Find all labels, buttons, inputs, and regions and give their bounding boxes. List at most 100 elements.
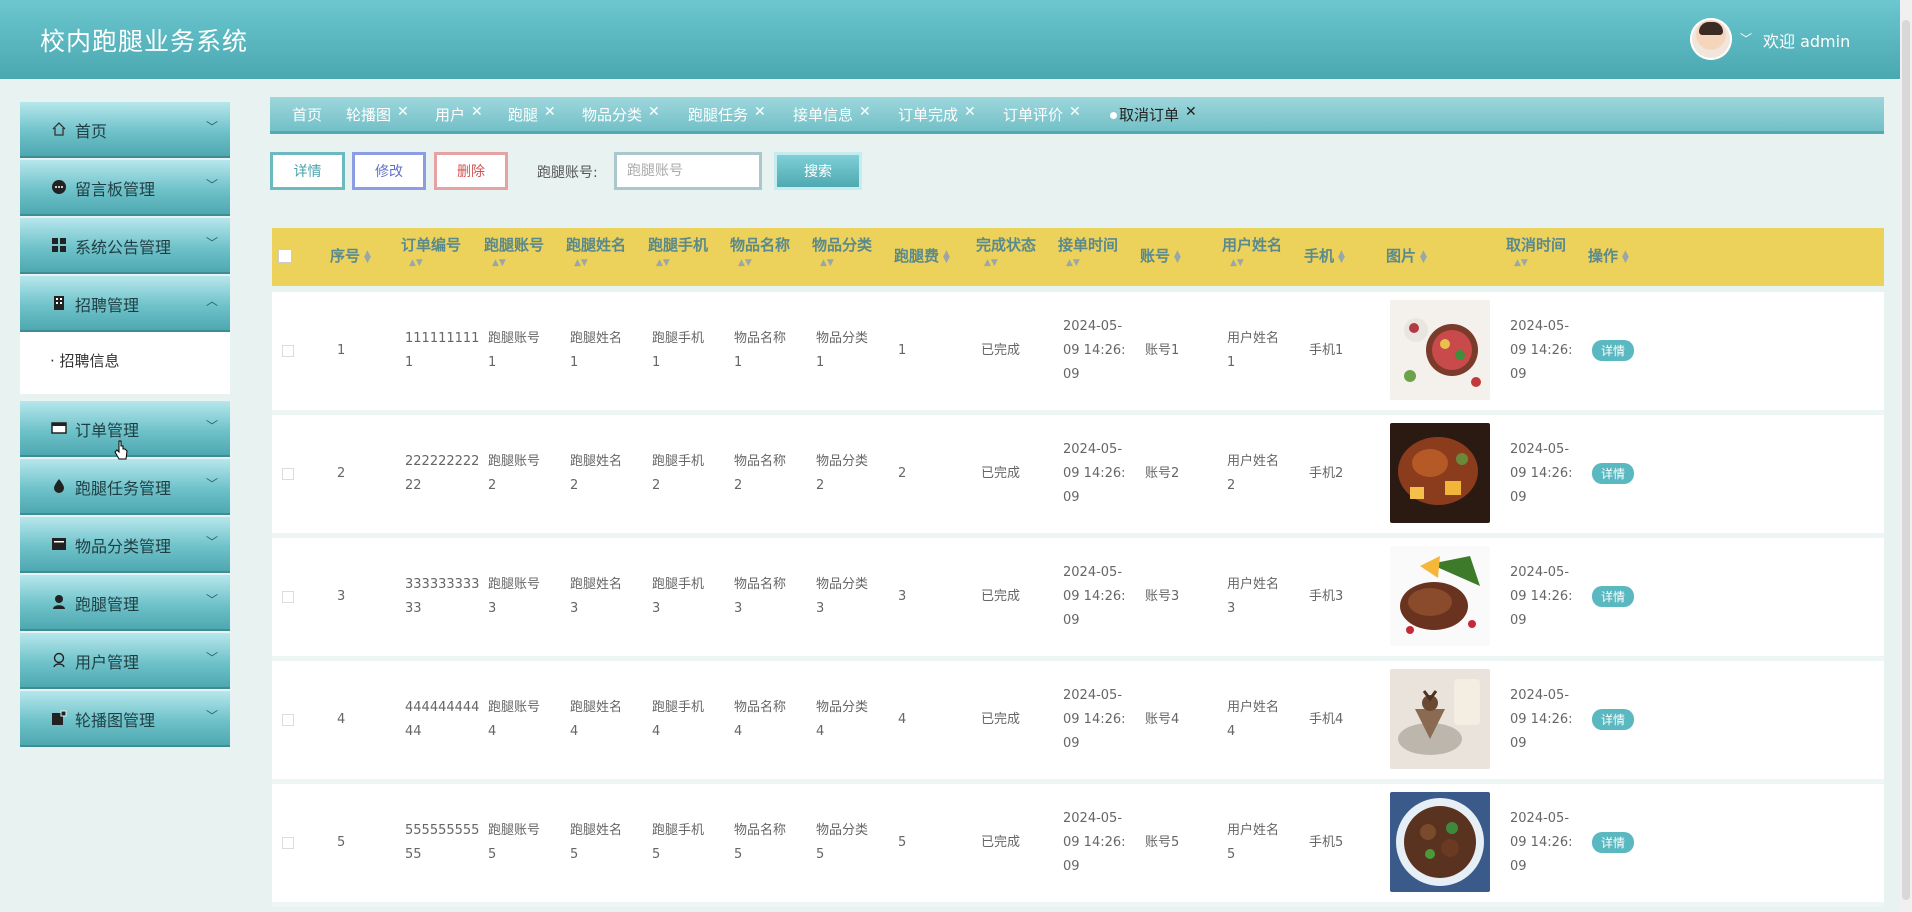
row-checkbox[interactable] — [282, 714, 294, 726]
table-row[interactable]: 1 111111111 1 跑腿账号 1 跑腿姓名 1 跑腿手机 1 物品名称 1 物品分类 1 1 已完成… — [272, 292, 1884, 415]
sidebar-item-home[interactable]: 首页 ﹀ — [20, 102, 230, 158]
column-header[interactable]: 手机 ▲ ▼ — [1304, 245, 1345, 267]
food-image[interactable] — [1390, 423, 1490, 523]
row-checkbox[interactable] — [282, 345, 294, 357]
search-button[interactable]: 搜索 — [774, 152, 862, 190]
row-detail-button[interactable]: 详情 — [1592, 586, 1634, 607]
cell-runner-phone: 跑腿手机 5 — [652, 819, 704, 867]
close-icon[interactable]: ✕ — [964, 104, 976, 120]
column-header[interactable]: 图片 ▲ ▼ — [1386, 245, 1427, 267]
row-checkbox[interactable] — [282, 468, 294, 480]
tab-carousel[interactable]: 轮播图 ✕ — [346, 104, 409, 125]
delete-button[interactable]: 删除 — [434, 152, 508, 190]
sidebar-item-users[interactable]: 用户管理 ﹀ — [20, 633, 230, 689]
column-header[interactable]: 用户姓名 ▲▼ — [1222, 234, 1282, 268]
user-avatar[interactable] — [1690, 18, 1732, 60]
sort-icon[interactable]: ▲▼ — [656, 258, 708, 268]
column-header[interactable]: 操作 ▲ ▼ — [1588, 245, 1629, 267]
close-icon[interactable]: ✕ — [471, 104, 483, 120]
table-row[interactable]: 3 333333333 33 跑腿账号 3 跑腿姓名 3 跑腿手机 3 物品名称 3 物品分类 3 3 已完… — [272, 538, 1884, 661]
user-welcome[interactable]: 欢迎 admin — [1763, 28, 1850, 52]
column-header[interactable]: 接单时间 ▲▼ — [1058, 234, 1118, 268]
column-header[interactable]: 跑腿手机 ▲▼ — [648, 234, 708, 268]
sort-icon[interactable]: ▲▼ — [984, 258, 1036, 268]
tab-errand-tasks[interactable]: 跑腿任务 ✕ — [688, 104, 766, 125]
table-row[interactable]: 5 555555555 55 跑腿账号 5 跑腿姓名 5 跑腿手机 5 物品名称 5 物品分类 5 5 已完… — [272, 784, 1884, 907]
food-image[interactable] — [1390, 792, 1490, 892]
sort-icon[interactable]: ▲▼ — [943, 249, 950, 264]
close-icon[interactable]: ✕ — [859, 104, 871, 120]
sort-icon[interactable]: ▲▼ — [1622, 249, 1629, 264]
close-icon[interactable]: ✕ — [1069, 104, 1081, 120]
column-header[interactable]: 物品名称 ▲▼ — [730, 234, 790, 268]
column-header[interactable]: 订单编号 ▲▼ — [401, 234, 461, 268]
sidebar-item-recruitment[interactable]: 招聘管理 ︿ — [20, 276, 230, 332]
sidebar-item-announcements[interactable]: 系统公告管理 ﹀ — [20, 218, 230, 274]
row-detail-button[interactable]: 详情 — [1592, 832, 1634, 853]
close-icon[interactable]: ✕ — [1185, 104, 1197, 120]
column-header[interactable]: 跑腿费 ▲ ▼ — [894, 245, 950, 267]
column-header[interactable]: 物品分类 ▲▼ — [812, 234, 872, 268]
sort-icon[interactable]: ▲▼ — [364, 249, 371, 264]
row-detail-button[interactable]: 详情 — [1592, 340, 1634, 361]
cell-index: 5 — [337, 835, 346, 850]
edit-button[interactable]: 修改 — [352, 152, 426, 190]
row-checkbox[interactable] — [282, 837, 294, 849]
cell-text-line: 2024-05- — [1063, 319, 1123, 334]
column-header[interactable]: 完成状态 ▲▼ — [976, 234, 1036, 268]
tab-label: 接单信息 — [793, 106, 854, 124]
close-icon[interactable]: ✕ — [754, 104, 766, 120]
chevron-down-icon[interactable]: ﹀ — [1740, 30, 1752, 47]
select-all-checkbox[interactable] — [278, 249, 292, 263]
sidebar-item-runners[interactable]: 跑腿管理 ﹀ — [20, 575, 230, 631]
search-input[interactable] — [614, 152, 762, 190]
column-header[interactable]: 账号 ▲ ▼ — [1140, 245, 1181, 267]
detail-button[interactable]: 详情 — [270, 152, 345, 190]
column-header[interactable]: 跑腿账号 ▲▼ — [484, 234, 544, 268]
sidebar-item-item-categories[interactable]: 物品分类管理 ﹀ — [20, 517, 230, 573]
column-header[interactable]: 取消时间 ▲▼ — [1506, 234, 1566, 268]
row-detail-button[interactable]: 详情 — [1592, 463, 1634, 484]
close-icon[interactable]: ✕ — [648, 104, 660, 120]
tab-order-complete[interactable]: 订单完成 ✕ — [898, 104, 976, 125]
scrollbar-thumb[interactable] — [1902, 20, 1910, 900]
tab-order-accept-info[interactable]: 接单信息 ✕ — [793, 104, 871, 125]
sidebar-item-carousel[interactable]: 轮播图管理 ﹀ — [20, 691, 230, 747]
tab-runners[interactable]: 跑腿 ✕ — [508, 104, 556, 125]
tab-home[interactable]: 首页 — [292, 104, 322, 125]
sort-icon[interactable]: ▲▼ — [1514, 258, 1566, 268]
sort-icon[interactable]: ▲▼ — [1174, 249, 1181, 264]
sort-icon[interactable]: ▲▼ — [1420, 249, 1427, 264]
food-image[interactable] — [1390, 546, 1490, 646]
sidebar-item-message-board[interactable]: 留言板管理 ﹀ — [20, 160, 230, 216]
sort-icon[interactable]: ▲▼ — [820, 258, 872, 268]
food-image[interactable] — [1390, 669, 1490, 769]
table-row[interactable]: 2 222222222 22 跑腿账号 2 跑腿姓名 2 跑腿手机 2 物品名称 2 物品分类 2 2 已完… — [272, 415, 1884, 538]
sort-icon[interactable]: ▲▼ — [492, 258, 544, 268]
cell-text-line: 1 — [652, 355, 661, 370]
column-header[interactable]: 跑腿姓名 ▲▼ — [566, 234, 626, 268]
close-icon[interactable]: ✕ — [397, 104, 409, 120]
row-checkbox[interactable] — [282, 591, 294, 603]
close-icon[interactable]: ✕ — [544, 104, 556, 120]
food-image[interactable] — [1390, 300, 1490, 400]
sort-icon[interactable]: ▲▼ — [1066, 258, 1118, 268]
column-header[interactable]: 序号 ▲ ▼ — [330, 245, 371, 267]
sort-icon[interactable]: ▲▼ — [1230, 258, 1282, 268]
sort-icon[interactable]: ▲▼ — [1338, 249, 1345, 264]
tab-users[interactable]: 用户 ✕ — [435, 104, 483, 125]
tab-item-categories[interactable]: 物品分类 ✕ — [582, 104, 660, 125]
sort-icon[interactable]: ▲▼ — [738, 258, 790, 268]
cell-order-number: 111111111 1 — [405, 327, 479, 375]
sort-icon[interactable]: ▲▼ — [574, 258, 626, 268]
sort-icon[interactable]: ▲▼ — [409, 258, 461, 268]
tab-order-review[interactable]: 订单评价 ✕ — [1003, 104, 1081, 125]
cell-user-name: 用户姓名 4 — [1227, 696, 1279, 744]
cell-item-name: 物品名称 4 — [734, 696, 786, 744]
row-detail-button[interactable]: 详情 — [1592, 709, 1634, 730]
tab-cancel-order[interactable]: 取消订单 ✕ — [1110, 104, 1197, 125]
table-row[interactable]: 4 444444444 44 跑腿账号 4 跑腿姓名 4 跑腿手机 4 物品名称 4 物品分类 4 4 已完… — [272, 661, 1884, 784]
sidebar-item-errand-tasks[interactable]: 跑腿任务管理 ﹀ — [20, 459, 230, 515]
sidebar-subitem-recruitment-info[interactable]: · 招聘信息 — [50, 350, 120, 371]
cell-text-line: 跑腿手机 — [652, 577, 705, 592]
